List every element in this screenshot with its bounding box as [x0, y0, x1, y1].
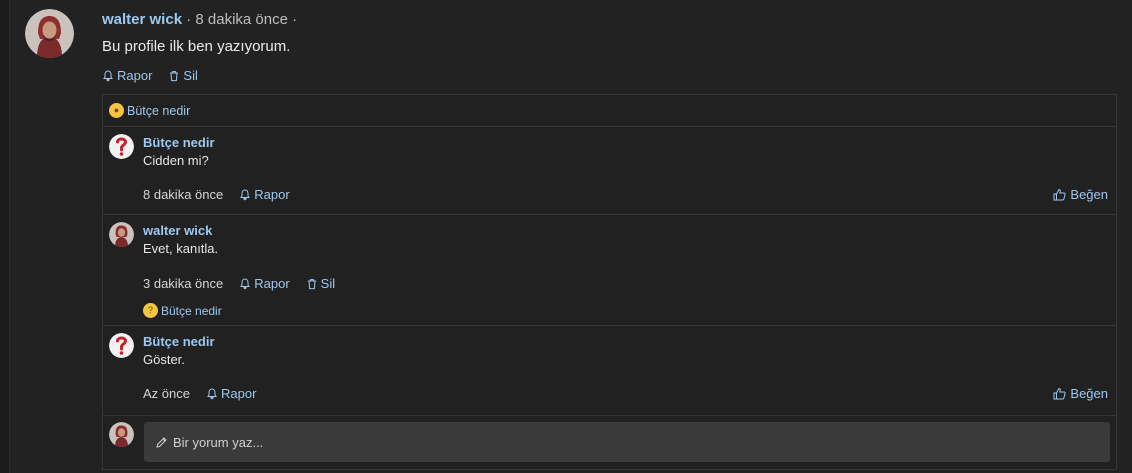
left-rail [0, 0, 10, 473]
report-button[interactable]: Rapor [239, 187, 290, 202]
delete-button[interactable]: Sil [168, 68, 198, 83]
post-time: · 8 dakika önce · [186, 11, 298, 28]
delete-label: Sil [183, 68, 198, 83]
shocked-emoji-icon: ● [109, 103, 124, 118]
pencil-icon [156, 436, 167, 448]
comment-thread: ● Bütçe nedir Bütçe nedir Cidden mi? 8 d… [102, 94, 1117, 470]
like-button[interactable]: Beğen [1053, 187, 1108, 202]
reply-meta: 8 dakika önce Rapor [143, 187, 290, 202]
reply-time: 8 dakika önce [143, 187, 224, 202]
thread-reaction[interactable]: ● Bütçe nedir [103, 95, 1116, 127]
reply-reaction[interactable]: ? Bütçe nedir [143, 303, 222, 318]
report-button[interactable]: Rapor [239, 276, 290, 291]
delete-label: Sil [320, 276, 336, 291]
reaction-user[interactable]: Bütçe nedir [127, 104, 190, 118]
like-label: Beğen [1070, 386, 1108, 401]
trash-icon [307, 278, 316, 289]
report-label: Rapor [220, 386, 257, 401]
reply-time: 3 dakika önce [143, 276, 224, 291]
report-button[interactable]: Rapor [102, 68, 152, 83]
reply-author[interactable]: Bütçe nedir [143, 334, 215, 349]
avatar[interactable] [109, 134, 134, 159]
post-author[interactable]: walter wick [102, 11, 182, 28]
reply-meta: Az önce Rapor [143, 386, 256, 401]
reply-item: Bütçe nedir Cidden mi? 8 dakika önce Rap… [103, 127, 1116, 215]
avatar[interactable] [109, 333, 134, 358]
reaction-user[interactable]: Bütçe nedir [161, 304, 222, 318]
bell-icon [240, 277, 251, 289]
thumbs-up-icon [1053, 188, 1066, 201]
report-label: Rapor [254, 276, 290, 291]
reply-time: Az önce [143, 386, 190, 401]
post-actions: Rapor Sil [102, 68, 198, 83]
reply-text: Cidden mi? [143, 153, 209, 168]
comment-composer-row: Bir yorum yaz... [103, 416, 1116, 472]
trash-icon [170, 70, 179, 81]
reply-author[interactable]: walter wick [143, 223, 212, 238]
post-header: walter wick · 8 dakika önce · [102, 11, 297, 28]
bell-icon [207, 387, 217, 399]
avatar[interactable] [25, 9, 74, 58]
like-button[interactable]: Beğen [1053, 386, 1108, 401]
report-label: Rapor [117, 68, 153, 83]
reply-item: walter wick Evet, kanıtla. 3 dakika önce… [103, 215, 1116, 326]
like-label: Beğen [1070, 187, 1108, 202]
comment-placeholder: Bir yorum yaz... [173, 434, 264, 450]
reply-author[interactable]: Bütçe nedir [143, 135, 215, 150]
avatar[interactable] [109, 222, 134, 247]
reply-text: Evet, kanıtla. [143, 241, 219, 256]
post-body: Bu profile ilk ben yazıyorum. [102, 38, 291, 55]
reply-item: Bütçe nedir Göster. Az önce Rapor Beğen [103, 326, 1116, 416]
avatar [109, 422, 134, 447]
reply-text: Göster. [143, 352, 185, 367]
thinking-emoji-icon: ? [143, 303, 158, 318]
report-label: Rapor [254, 187, 290, 202]
delete-button[interactable]: Sil [306, 276, 335, 291]
comment-input[interactable]: Bir yorum yaz... [144, 422, 1110, 462]
report-button[interactable]: Rapor [206, 386, 256, 401]
bell-icon [103, 69, 113, 81]
reply-meta: 3 dakika önce Rapor Sil [143, 276, 335, 291]
bell-icon [240, 188, 251, 200]
thumbs-up-icon [1053, 387, 1066, 400]
